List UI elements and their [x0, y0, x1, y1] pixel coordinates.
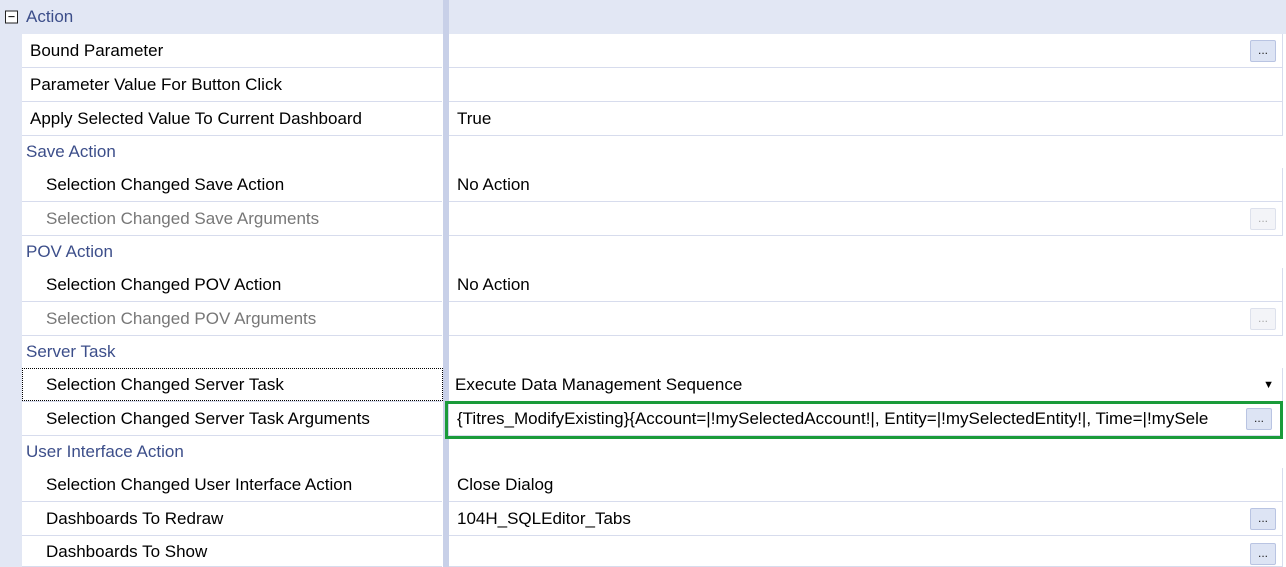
prop-name: Apply Selected Value To Current Dashboar…: [30, 108, 363, 128]
prop-selection-changed-save-arguments[interactable]: Selection Changed Save Arguments ...: [0, 202, 1286, 236]
ellipsis-button[interactable]: ...: [1250, 39, 1276, 62]
prop-value-field[interactable]: ...: [449, 34, 1283, 68]
prop-name: Selection Changed POV Action: [46, 274, 282, 294]
collapse-icon[interactable]: −: [5, 10, 18, 24]
prop-name: Selection Changed User Interface Action: [46, 474, 353, 494]
ellipsis-button: ...: [1250, 307, 1276, 330]
prop-bound-parameter[interactable]: Bound Parameter ...: [0, 34, 1286, 68]
category-label: Action: [26, 7, 74, 26]
category-action[interactable]: − Action: [0, 0, 1286, 34]
category-label: User Interface Action: [26, 442, 184, 461]
prop-selection-changed-pov-arguments[interactable]: Selection Changed POV Arguments ...: [0, 302, 1286, 336]
prop-value-field[interactable]: No Action: [449, 268, 1283, 302]
category-user-interface-action[interactable]: User Interface Action: [0, 436, 1286, 468]
prop-apply-selected-value[interactable]: Apply Selected Value To Current Dashboar…: [0, 102, 1286, 136]
category-pov-action[interactable]: POV Action: [0, 236, 1286, 268]
prop-value: Execute Data Management Sequence: [455, 374, 743, 394]
prop-value: No Action: [457, 274, 530, 294]
prop-value-field: ...: [449, 302, 1283, 336]
prop-value-field[interactable]: True: [449, 102, 1283, 136]
prop-value: True: [457, 108, 492, 128]
prop-value: Close Dialog: [457, 474, 554, 494]
prop-value-field[interactable]: ...: [449, 536, 1283, 567]
category-label: Server Task: [26, 342, 116, 361]
property-grid: − Action Bound Parameter ... Parameter V…: [0, 0, 1286, 567]
prop-parameter-value-for-button-click[interactable]: Parameter Value For Button Click: [0, 68, 1286, 102]
prop-name: Dashboards To Show: [46, 542, 208, 561]
category-server-task[interactable]: Server Task: [0, 336, 1286, 368]
prop-name: Selection Changed Save Arguments: [46, 208, 320, 228]
category-label: Save Action: [26, 142, 116, 161]
prop-name: Parameter Value For Button Click: [30, 74, 282, 94]
prop-selection-changed-pov-action[interactable]: Selection Changed POV Action No Action: [0, 268, 1286, 302]
prop-dashboards-to-show[interactable]: Dashboards To Show ...: [0, 536, 1286, 567]
prop-name: Selection Changed POV Arguments: [46, 308, 317, 328]
prop-name: Bound Parameter: [30, 40, 164, 60]
prop-value-field[interactable]: 104H_SQLEditor_Tabs ...: [449, 502, 1283, 536]
prop-value: 104H_SQLEditor_Tabs: [457, 508, 631, 528]
category-label: POV Action: [26, 242, 113, 261]
prop-name: Selection Changed Server Task Arguments: [46, 408, 370, 428]
prop-value-field[interactable]: No Action: [449, 168, 1283, 202]
prop-name: Selection Changed Save Action: [46, 174, 285, 194]
ellipsis-button: ...: [1250, 207, 1276, 230]
prop-dashboards-to-redraw[interactable]: Dashboards To Redraw 104H_SQLEditor_Tabs…: [0, 502, 1286, 536]
ellipsis-button[interactable]: ...: [1250, 543, 1276, 565]
server-task-dropdown[interactable]: Execute Data Management Sequence ▼: [449, 368, 1283, 402]
prop-value: No Action: [457, 174, 530, 194]
chevron-down-icon[interactable]: ▼: [1263, 379, 1274, 391]
highlight-box: [445, 401, 1283, 439]
ellipsis-button[interactable]: ...: [1250, 507, 1276, 530]
focus-indicator: [22, 368, 443, 401]
prop-value-field: ...: [449, 202, 1283, 236]
prop-name: Dashboards To Redraw: [46, 508, 224, 528]
prop-value-field[interactable]: [449, 68, 1283, 102]
prop-selection-changed-ui-action[interactable]: Selection Changed User Interface Action …: [0, 468, 1286, 502]
prop-value-field[interactable]: Close Dialog: [449, 468, 1283, 502]
prop-selection-changed-save-action[interactable]: Selection Changed Save Action No Action: [0, 168, 1286, 202]
category-save-action[interactable]: Save Action: [0, 136, 1286, 168]
